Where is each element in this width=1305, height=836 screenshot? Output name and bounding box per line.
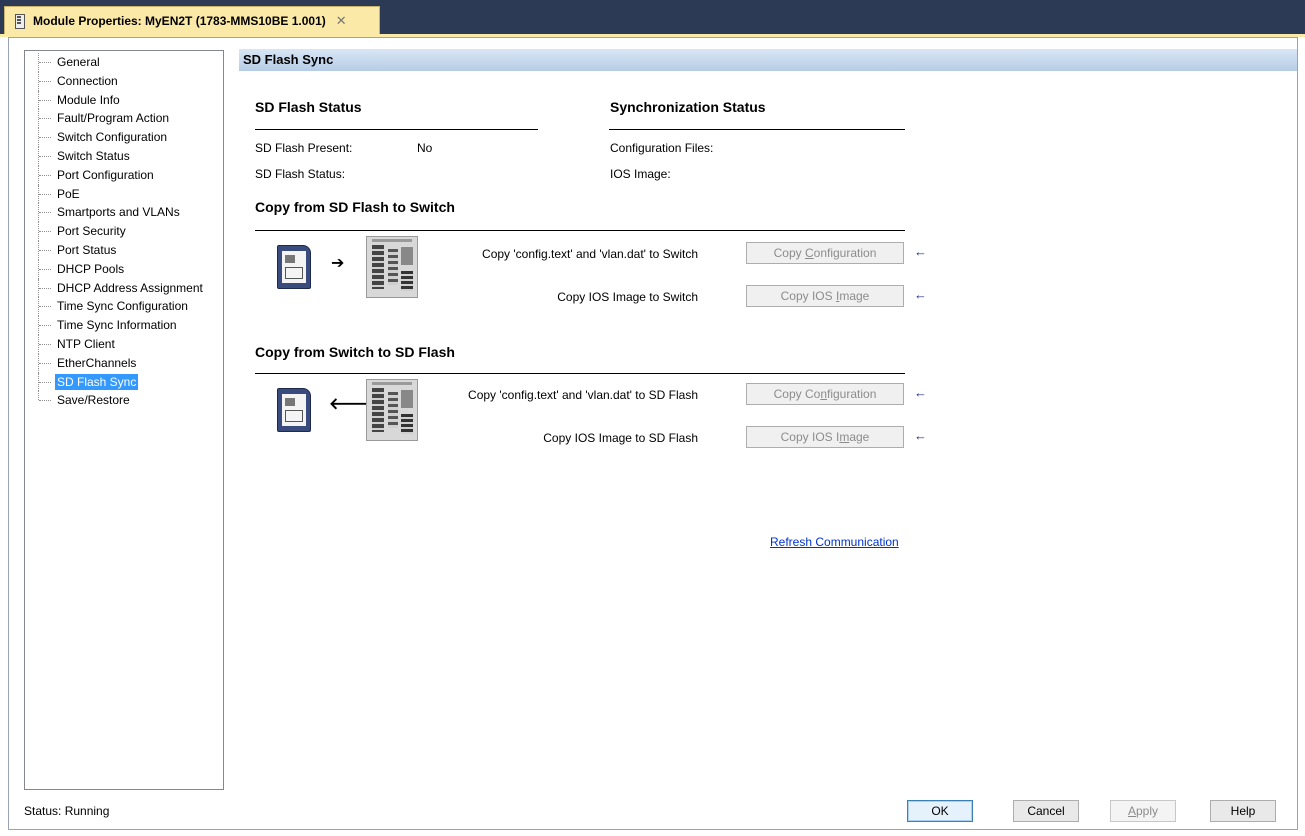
nav-item-save-restore[interactable]: Save/Restore — [25, 391, 223, 410]
configuration-files-label: Configuration Files: — [610, 141, 714, 155]
switch-icon — [366, 236, 418, 298]
nav-item-label: Smartports and VLANs — [57, 205, 180, 220]
nav-item-label: EtherChannels — [57, 355, 137, 370]
sd-flash-status-label: SD Flash Status: — [255, 167, 346, 181]
pointer-arrow-icon: ← — [914, 244, 927, 259]
nav-item-label: Port Configuration — [57, 167, 154, 182]
sd-flash-present-value: No — [417, 141, 433, 155]
nav-item-label: Connection — [57, 73, 118, 88]
document-tab-title: Module Properties: MyEN2T (1783-MMS10BE … — [33, 13, 326, 28]
nav-item-etherchannels[interactable]: EtherChannels — [25, 353, 223, 373]
sd-card-icon — [277, 245, 311, 289]
help-button[interactable]: Help — [1210, 800, 1276, 822]
nav-item-time-sync-information[interactable]: Time Sync Information — [25, 316, 223, 335]
switch-icon — [366, 379, 418, 441]
ios-image-label: IOS Image: — [610, 167, 671, 181]
copy-configuration-to-switch-button[interactable]: Copy Configuration — [746, 242, 904, 264]
copy-ios-image-to-switch-button[interactable]: Copy IOS Image — [746, 285, 904, 307]
nav-item-switch-status[interactable]: Switch Status — [25, 146, 223, 166]
apply-button[interactable]: Apply — [1110, 800, 1176, 822]
divider — [609, 129, 905, 130]
nav-item-time-sync-configuration[interactable]: Time Sync Configuration — [25, 297, 223, 316]
nav-item-label: DHCP Pools — [57, 261, 125, 276]
nav-item-dhcp-pools[interactable]: DHCP Pools — [25, 259, 223, 279]
nav-item-label: DHCP Address Assignment — [57, 280, 203, 295]
copy-configuration-to-sd-button[interactable]: Copy Configuration — [746, 383, 904, 405]
nav-item-label: Save/Restore — [57, 393, 130, 408]
page-title: SD Flash Sync — [239, 49, 1297, 71]
refresh-communication-link[interactable]: Refresh Communication — [770, 535, 899, 549]
copy-config-to-switch-label: Copy 'config.text' and 'vlan.dat' to Swi… — [482, 247, 698, 261]
nav-item-sd-flash-sync[interactable]: SD Flash Sync — [25, 372, 223, 392]
nav-item-ntp-client[interactable]: NTP Client — [25, 334, 223, 354]
divider — [255, 373, 905, 374]
document-tab[interactable]: Module Properties: MyEN2T (1783-MMS10BE … — [4, 6, 380, 34]
module-properties-window: General Connection Module Info Fault/Progra… — [8, 37, 1298, 830]
copy-ios-image-to-sd-button[interactable]: Copy IOS Image — [746, 426, 904, 448]
sd-flash-present-label: SD Flash Present: — [255, 141, 353, 155]
nav-item-module-info[interactable]: Module Info — [25, 90, 223, 110]
nav-item-label: Port Status — [57, 242, 117, 257]
nav-item-label: General — [57, 55, 100, 69]
close-icon[interactable]: ✕ — [336, 13, 347, 29]
pointer-arrow-icon: ← — [914, 287, 927, 302]
nav-item-port-configuration[interactable]: Port Configuration — [25, 165, 223, 185]
nav-item-label: Fault/Program Action — [57, 111, 170, 126]
sd-card-icon — [277, 388, 311, 432]
nav-item-smartports-and-vlans[interactable]: Smartports and VLANs — [25, 203, 223, 222]
nav-item-label: SD Flash Sync — [55, 373, 139, 390]
cancel-button[interactable]: Cancel — [1013, 800, 1079, 822]
status-text: Status: Running — [24, 804, 110, 818]
module-icon — [15, 13, 25, 29]
copy-sd-to-switch-title: Copy from SD Flash to Switch — [255, 199, 455, 215]
copy-switch-to-sd-title: Copy from Switch to SD Flash — [255, 344, 455, 360]
document-tab-bar: Module Properties: MyEN2T (1783-MMS10BE … — [0, 0, 1305, 34]
nav-item-connection[interactable]: Connection — [25, 71, 223, 91]
divider — [255, 129, 538, 130]
copy-ios-to-switch-label: Copy IOS Image to Switch — [557, 290, 698, 304]
nav-item-label: Module Info — [57, 92, 120, 107]
nav-item-dhcp-address-assignment[interactable]: DHCP Address Assignment — [25, 278, 223, 298]
nav-item-poe[interactable]: PoE — [25, 184, 223, 204]
nav-item-fault-program-action[interactable]: Fault/Program Action — [25, 109, 223, 128]
category-tree[interactable]: General Connection Module Info Fault/Progra… — [24, 50, 224, 790]
nav-item-label: Time Sync Information — [57, 318, 177, 333]
nav-item-port-security[interactable]: Port Security — [25, 222, 223, 241]
nav-item-label: Switch Configuration — [57, 130, 168, 145]
nav-item-port-status[interactable]: Port Status — [25, 240, 223, 260]
nav-item-switch-configuration[interactable]: Switch Configuration — [25, 128, 223, 147]
pointer-arrow-icon: ← — [914, 428, 927, 443]
nav-item-label: Port Security — [57, 224, 126, 239]
divider — [255, 230, 905, 231]
nav-item-general[interactable]: General — [25, 53, 223, 72]
sd-flash-status-title: SD Flash Status — [255, 99, 362, 115]
copy-config-to-sd-label: Copy 'config.text' and 'vlan.dat' to SD … — [468, 388, 698, 402]
nav-item-label: Time Sync Configuration — [57, 299, 188, 314]
synchronization-status-title: Synchronization Status — [610, 99, 766, 115]
copy-ios-to-sd-label: Copy IOS Image to SD Flash — [543, 431, 698, 445]
nav-item-label: NTP Client — [57, 336, 115, 351]
pointer-arrow-icon: ← — [914, 385, 927, 400]
nav-item-label: Switch Status — [57, 148, 130, 163]
ok-button[interactable]: OK — [907, 800, 973, 822]
arrow-right-icon: ➔ — [331, 255, 345, 272]
nav-item-label: PoE — [57, 186, 80, 201]
